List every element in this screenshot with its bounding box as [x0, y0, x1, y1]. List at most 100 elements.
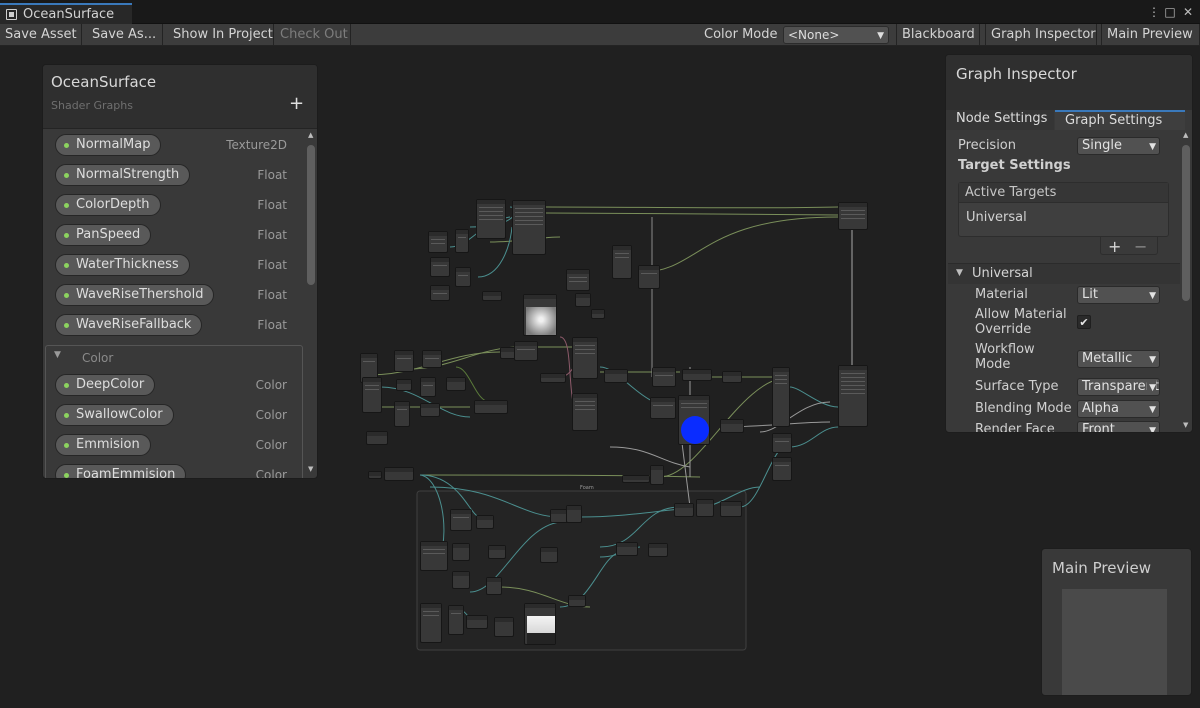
graph-node[interactable] — [566, 505, 582, 523]
graph-node[interactable] — [652, 367, 676, 387]
graph-node[interactable] — [420, 603, 442, 643]
graph-node[interactable] — [420, 377, 436, 397]
graph-node[interactable] — [420, 403, 440, 417]
graph-node[interactable] — [476, 515, 494, 529]
graph-node[interactable] — [428, 231, 448, 253]
workflow-mode-dropdown[interactable]: Metallic ▼ — [1077, 350, 1160, 368]
blackboard-toggle-button[interactable]: Blackboard — [896, 24, 980, 46]
graph-node[interactable] — [772, 433, 792, 453]
graph-node[interactable] — [448, 605, 464, 635]
graph-node[interactable] — [612, 245, 632, 279]
graph-node[interactable] — [772, 457, 792, 481]
universal-section-header[interactable]: ▼ Universal — [948, 263, 1180, 284]
graph-node[interactable] — [514, 341, 538, 361]
graph-node[interactable] — [488, 545, 506, 559]
texture-preview-node[interactable] — [523, 294, 557, 336]
property-pill[interactable]: WaterThickness — [55, 254, 190, 276]
property-pill[interactable]: NormalStrength — [55, 164, 191, 186]
property-pill[interactable]: PanSpeed — [55, 224, 152, 246]
graph-node[interactable] — [455, 267, 471, 287]
graph-node[interactable] — [512, 200, 546, 255]
graph-node[interactable] — [720, 419, 744, 433]
add-target-button[interactable]: + — [1108, 237, 1121, 256]
property-pill[interactable]: SwallowColor — [55, 404, 174, 426]
scroll-down-icon[interactable]: ▼ — [1183, 421, 1188, 429]
inspector-scrollbar[interactable]: ▲ ▼ — [1180, 131, 1192, 431]
graph-node[interactable] — [648, 543, 668, 557]
tab-graph-settings[interactable]: Graph Settings — [1055, 110, 1185, 130]
graph-node[interactable] — [420, 541, 448, 571]
graph-node[interactable] — [540, 547, 558, 563]
graph-node[interactable] — [368, 471, 382, 479]
scrollbar-thumb[interactable] — [307, 145, 315, 285]
master-stack-node[interactable] — [838, 365, 868, 427]
graph-node[interactable] — [482, 291, 502, 301]
property-pill[interactable]: WaveRiseThershold — [55, 284, 215, 306]
graph-node[interactable] — [591, 309, 605, 319]
property-pill[interactable]: DeepColor — [55, 374, 156, 396]
allow-material-override-checkbox[interactable]: ✔ — [1077, 315, 1091, 329]
graph-node[interactable] — [422, 350, 442, 368]
color-mode-dropdown[interactable]: <None> ▼ — [783, 26, 889, 44]
graph-node[interactable] — [838, 202, 868, 230]
graph-node[interactable] — [466, 615, 488, 629]
graph-node[interactable] — [476, 199, 506, 239]
graph-node[interactable] — [384, 467, 414, 481]
surface-type-dropdown[interactable]: Transparent ▼ — [1077, 378, 1160, 396]
graph-node[interactable] — [396, 379, 412, 391]
save-as-button[interactable]: Save As... — [87, 24, 163, 46]
graph-inspector-toggle-button[interactable]: Graph Inspector — [985, 24, 1097, 46]
show-in-project-button[interactable]: Show In Project — [168, 24, 274, 46]
material-dropdown[interactable]: Lit ▼ — [1077, 286, 1160, 304]
graph-node[interactable] — [494, 617, 514, 637]
add-property-button[interactable]: + — [289, 93, 304, 114]
graph-node[interactable] — [722, 371, 742, 383]
graph-node[interactable] — [452, 571, 470, 589]
category-foldout-icon[interactable]: ▼ — [54, 350, 61, 360]
graph-node[interactable] — [696, 499, 714, 517]
graph-node[interactable] — [638, 265, 660, 289]
graph-node[interactable] — [720, 501, 742, 517]
graph-node[interactable] — [362, 377, 382, 413]
render-face-dropdown[interactable]: Front ▼ — [1077, 421, 1160, 432]
precision-dropdown[interactable]: Single ▼ — [1077, 137, 1160, 155]
graph-node[interactable] — [674, 503, 694, 517]
property-pill[interactable]: FoamEmmision — [55, 464, 187, 478]
tab-node-settings[interactable]: Node Settings — [946, 110, 1054, 130]
graph-node[interactable] — [572, 393, 598, 431]
graph-node[interactable] — [772, 367, 790, 427]
save-asset-button[interactable]: Save Asset — [0, 24, 82, 46]
property-pill[interactable]: Emmision — [55, 434, 151, 456]
property-pill[interactable]: NormalMap — [55, 134, 162, 156]
graph-node[interactable] — [430, 285, 450, 301]
property-pill[interactable]: ColorDepth — [55, 194, 161, 216]
remove-target-button[interactable]: − — [1134, 237, 1147, 256]
blackboard-scrollbar[interactable]: ▲ ▼ — [305, 131, 317, 477]
scroll-up-icon[interactable]: ▲ — [1183, 131, 1188, 139]
graph-node[interactable] — [650, 397, 676, 419]
graph-node[interactable] — [575, 293, 591, 307]
scrollbar-thumb[interactable] — [1182, 145, 1190, 301]
scroll-up-icon[interactable]: ▲ — [308, 131, 313, 139]
graph-node[interactable] — [572, 337, 598, 379]
graph-node[interactable] — [566, 269, 590, 291]
document-tab[interactable]: OceanSurface — [0, 3, 132, 24]
graph-node[interactable] — [616, 542, 638, 556]
graph-node[interactable] — [474, 400, 508, 414]
graph-node[interactable] — [452, 543, 470, 561]
graph-node[interactable] — [540, 373, 566, 383]
graph-node[interactable] — [446, 377, 466, 391]
window-menu-icon[interactable]: ⋮ — [1146, 4, 1162, 20]
category-title[interactable]: Color — [82, 351, 113, 365]
graph-node[interactable] — [604, 369, 628, 383]
property-pill[interactable]: WaveRiseFallback — [55, 314, 203, 336]
maximize-icon[interactable]: □ — [1162, 4, 1178, 20]
graph-node[interactable] — [568, 595, 586, 607]
main-preview-viewport[interactable] — [1062, 589, 1167, 695]
close-icon[interactable]: ✕ — [1180, 4, 1196, 20]
graph-node[interactable] — [486, 577, 502, 595]
target-item-universal[interactable]: Universal — [966, 210, 1027, 225]
graph-node[interactable] — [394, 350, 414, 372]
blending-mode-dropdown[interactable]: Alpha ▼ — [1077, 400, 1160, 418]
graph-node[interactable] — [366, 431, 388, 445]
